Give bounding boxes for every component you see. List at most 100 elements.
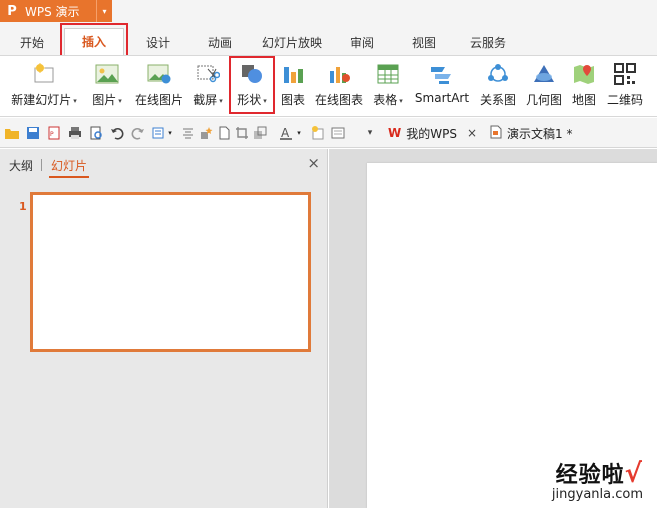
align-icon[interactable] [180, 125, 196, 141]
online-chart-icon [326, 61, 352, 87]
document-name: 演示文稿1 * [507, 126, 573, 141]
watermark-url: jingyanla.com [551, 487, 643, 502]
online-chart-button[interactable]: 在线图表 [312, 61, 366, 113]
shape-label: 形状 [237, 93, 262, 107]
relation-chart-button[interactable]: 关系图 [476, 61, 520, 113]
smartart-label: SmartArt [414, 91, 470, 105]
map-icon [571, 61, 597, 87]
tab-home[interactable]: 开始 [14, 32, 50, 54]
relation-label: 关系图 [479, 93, 516, 107]
ribbon-tabs: 开始 插入 设计 动画 幻灯片放映 审阅 视图 云服务 [0, 22, 657, 55]
chart-label: 图表 [280, 93, 305, 107]
chevron-down-icon: ▾ [219, 96, 223, 105]
new-slide-button[interactable]: 新建幻灯片 ▾ [8, 61, 80, 113]
crop-icon[interactable] [234, 125, 250, 141]
picture-button[interactable]: 图片 ▾ [86, 61, 128, 113]
close-icon[interactable]: × [467, 126, 477, 140]
close-icon[interactable]: × [307, 154, 320, 172]
app-dropdown-icon[interactable]: ▾ [96, 0, 112, 22]
check-icon: √ [624, 459, 643, 489]
app-menu-button[interactable]: P WPS 演示 ▾ [0, 0, 112, 22]
online-picture-button[interactable]: 在线图片 [132, 61, 186, 113]
quick-access-toolbar: P ▾ A ▾ ▾ W 我的WPS × 演示文稿1 * [0, 118, 657, 148]
qrcode-icon [612, 61, 638, 87]
tab-view[interactable]: 视图 [404, 32, 444, 54]
chevron-down-icon[interactable]: ▾ [165, 125, 175, 141]
online-picture-icon [146, 61, 172, 87]
tab-review[interactable]: 审阅 [342, 32, 382, 54]
tab-outline[interactable]: 大纲 [9, 157, 33, 174]
smartart-button[interactable]: SmartArt [412, 61, 472, 113]
table-label: 表格 [373, 93, 398, 107]
print-icon[interactable] [67, 125, 83, 141]
print-preview-icon[interactable] [88, 125, 104, 141]
table-icon [375, 61, 401, 87]
tab-my-wps[interactable]: W 我的WPS × [388, 123, 477, 143]
active-tab-underline [49, 176, 89, 178]
chevron-down-icon: ▾ [118, 96, 122, 105]
presentation-file-icon [490, 125, 502, 142]
chevron-down-icon: ▾ [73, 96, 77, 105]
tab-insert[interactable]: 插入 [64, 28, 124, 55]
online-chart-label: 在线图表 [314, 93, 363, 107]
chevron-down-icon[interactable]: ▾ [294, 125, 304, 141]
screenshot-label: 截屏 [193, 93, 218, 107]
wps-logo-icon: P [7, 3, 17, 19]
redo-icon[interactable] [130, 125, 146, 141]
bar-chart-icon [280, 61, 306, 87]
shape-button[interactable]: 形状 ▾ [232, 61, 272, 113]
save-icon[interactable] [25, 125, 41, 141]
tab-design[interactable]: 设计 [138, 32, 178, 54]
smartart-icon [429, 61, 455, 87]
map-label: 地图 [571, 93, 596, 107]
document-icon[interactable] [216, 125, 232, 141]
app-name: WPS 演示 [25, 4, 80, 19]
svg-text:P: P [50, 131, 54, 138]
title-bar: P WPS 演示 ▾ [0, 0, 657, 22]
geometry-button[interactable]: 几何图 [524, 61, 564, 113]
qrcode-button[interactable]: 二维码 [604, 61, 646, 113]
tab-slides[interactable]: 幻灯片 [51, 157, 87, 174]
map-button[interactable]: 地图 [566, 61, 602, 113]
open-folder-icon[interactable] [4, 125, 20, 141]
svg-text:A: A [281, 126, 290, 140]
wps-w-icon: W [388, 126, 402, 140]
relation-icon [485, 61, 511, 87]
slide-layout-icon[interactable] [330, 125, 346, 141]
online-picture-label: 在线图片 [134, 93, 183, 107]
tab-cloud[interactable]: 云服务 [464, 32, 512, 54]
geometry-label: 几何图 [525, 93, 562, 107]
editing-area [329, 149, 657, 508]
new-slide-label: 新建幻灯片 [11, 93, 72, 107]
chart-button[interactable]: 图表 [276, 61, 310, 113]
qrcode-label: 二维码 [606, 93, 643, 107]
watermark: 经验啦√ jingyanla.com [552, 457, 643, 502]
picture-icon [94, 61, 120, 87]
geometry-icon [531, 61, 557, 87]
tab-divider [41, 159, 42, 171]
watermark-brand: 经验啦 [555, 463, 625, 488]
shape-star-icon[interactable] [198, 125, 214, 141]
table-button[interactable]: 表格 ▾ [368, 61, 408, 113]
screenshot-button[interactable]: 截屏 ▾ [190, 61, 226, 113]
chevron-down-icon: ▾ [263, 96, 267, 105]
new-slide-icon [31, 61, 57, 87]
export-pdf-icon[interactable]: P [46, 125, 62, 141]
slides-panel: 大纲 幻灯片 × 1 [0, 149, 328, 508]
tab-document[interactable]: 演示文稿1 * [490, 123, 572, 143]
chevron-down-icon: ▾ [399, 96, 403, 105]
undo-icon[interactable] [109, 125, 125, 141]
scissors-icon [195, 61, 221, 87]
new-slide-small-icon[interactable] [310, 125, 326, 141]
ribbon-insert-panel: 新建幻灯片 ▾ 图片 ▾ 在线图片 截屏 ▾ 形状 ▾ 图表 在线图表 表格 ▾… [0, 55, 657, 117]
picture-label: 图片 [92, 93, 117, 107]
tab-animation[interactable]: 动画 [200, 32, 240, 54]
my-wps-label: 我的WPS [406, 126, 457, 141]
slide-thumbnail[interactable] [30, 192, 311, 352]
font-color-icon[interactable]: A [278, 125, 294, 141]
shape-icon [239, 61, 265, 87]
slide-number: 1 [19, 200, 27, 213]
tab-slideshow[interactable]: 幻灯片放映 [258, 32, 326, 54]
arrange-icon[interactable] [252, 125, 268, 141]
more-dropdown-icon[interactable]: ▾ [360, 125, 380, 141]
